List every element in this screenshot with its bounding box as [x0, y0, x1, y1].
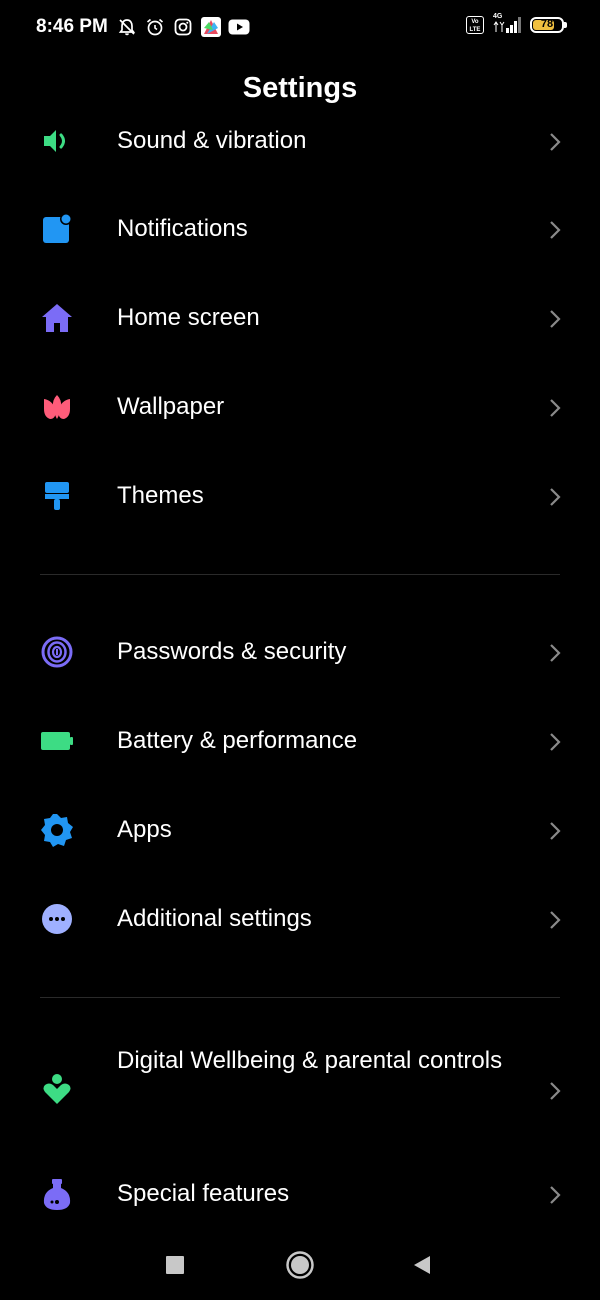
fingerprint-icon: [40, 635, 74, 669]
chevron-right-icon: [550, 399, 561, 417]
wallpaper-icon: [40, 390, 74, 424]
settings-item-label: Special features: [117, 1180, 290, 1207]
volte-indicator: Vo LTE: [466, 16, 484, 34]
chevron-right-icon: [550, 310, 561, 328]
section-divider: [40, 997, 560, 998]
settings-item-apps[interactable]: Apps: [0, 787, 600, 876]
chevron-right-icon: [550, 822, 561, 840]
settings-item-label: Passwords & security: [117, 638, 347, 665]
recents-button[interactable]: [158, 1248, 192, 1282]
settings-item-sound-vibration[interactable]: Sound & vibration: [0, 118, 600, 187]
status-time: 8:46 PM: [36, 16, 108, 37]
settings-list[interactable]: Sound & vibration Notifications Home scr…: [0, 118, 600, 1213]
page-title: Settings: [242, 72, 358, 104]
bell-off-icon: [116, 16, 138, 38]
settings-item-label: Themes: [117, 482, 204, 509]
chevron-right-icon: [550, 1186, 561, 1204]
back-button[interactable]: [405, 1248, 439, 1282]
settings-item-home-screen[interactable]: Home screen: [0, 275, 600, 364]
status-bar: 8:46 PM Vo LTE 4G 78: [0, 0, 600, 56]
youtube-icon: [228, 16, 250, 38]
settings-item-label: Additional settings: [117, 905, 312, 932]
status-notification-icons: [116, 16, 250, 38]
alarm-icon: [144, 16, 166, 38]
gear-icon: [40, 813, 74, 847]
settings-item-label: Home screen: [117, 304, 260, 331]
chevron-right-icon: [550, 911, 561, 929]
settings-item-additional-settings[interactable]: Additional settings: [0, 876, 600, 965]
triangle-back-icon: [414, 1256, 430, 1274]
settings-item-battery-performance[interactable]: Battery & performance: [0, 698, 600, 787]
app-icon: [200, 16, 222, 38]
home-button[interactable]: [283, 1248, 317, 1282]
status-system-icons: Vo LTE 4G 78: [466, 13, 567, 34]
circle-icon: [286, 1251, 314, 1279]
special-features-icon: [40, 1177, 74, 1211]
chevron-right-icon: [550, 133, 561, 151]
chevron-right-icon: [550, 644, 561, 662]
settings-item-passwords-security[interactable]: Passwords & security: [0, 609, 600, 698]
battery-icon: [40, 724, 74, 758]
wellbeing-icon: [40, 1072, 74, 1106]
settings-item-label: Battery & performance: [117, 727, 358, 754]
chevron-right-icon: [550, 488, 561, 506]
chevron-right-icon: [550, 1082, 561, 1100]
instagram-icon: [172, 16, 194, 38]
navigation-bar: [0, 1230, 600, 1300]
settings-item-digital-wellbeing[interactable]: Digital Wellbeing & parental controls: [0, 1045, 600, 1145]
home-icon: [40, 301, 74, 335]
signal-icon: 4G: [492, 13, 522, 34]
sound-icon: [40, 124, 74, 158]
settings-item-label: Notifications: [117, 215, 248, 242]
settings-item-themes[interactable]: Themes: [0, 453, 600, 542]
settings-item-special-features[interactable]: Special features: [0, 1151, 600, 1213]
square-icon: [166, 1256, 184, 1274]
chevron-right-icon: [550, 733, 561, 751]
notifications-icon: [40, 212, 74, 246]
more-icon: [40, 902, 74, 936]
section-divider: [40, 574, 560, 575]
settings-item-wallpaper[interactable]: Wallpaper: [0, 364, 600, 453]
battery-level: 78: [540, 18, 554, 30]
battery-indicator: 78: [530, 17, 567, 33]
settings-item-notifications[interactable]: Notifications: [0, 186, 600, 275]
settings-item-label: Sound & vibration: [117, 127, 307, 154]
chevron-right-icon: [550, 221, 561, 239]
settings-item-label: Digital Wellbeing & parental controls: [117, 1047, 503, 1074]
settings-item-label: Wallpaper: [117, 393, 225, 420]
settings-item-label: Apps: [117, 816, 172, 843]
themes-icon: [40, 479, 74, 513]
